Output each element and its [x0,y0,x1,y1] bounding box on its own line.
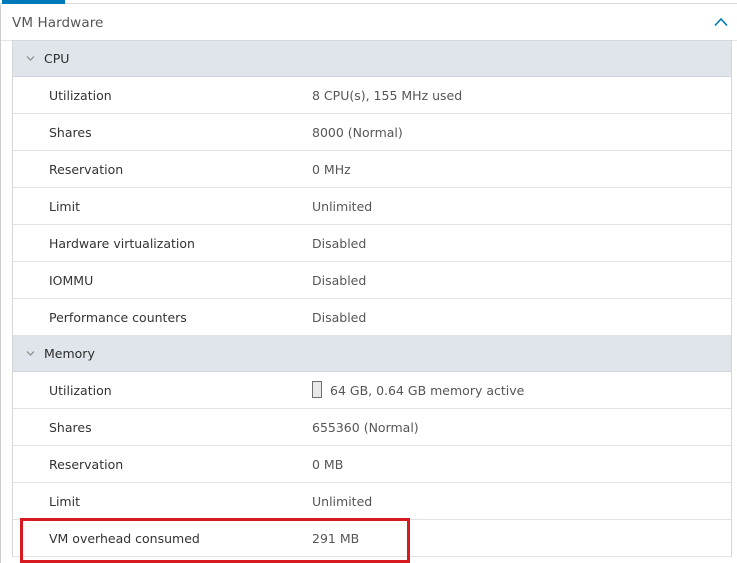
memory-shares-row: Shares 655360 (Normal) [13,409,731,446]
row-value: Unlimited [312,494,373,509]
row-label: Utilization [49,88,112,103]
cpu-shares-row: Shares 8000 (Normal) [13,114,731,151]
chevron-up-icon[interactable] [714,17,728,27]
memory-utilization-value: 64 GB, 0.64 GB memory active [312,380,525,398]
memory-group-header[interactable]: Memory [13,336,731,372]
card-title: VM Hardware [12,15,104,31]
memory-limit-row: Limit Unlimited [13,483,731,520]
active-tab-indicator[interactable] [2,0,65,4]
chevron-down-icon[interactable] [26,55,35,62]
row-label: Hardware virtualization [49,236,195,251]
card-header[interactable]: VM Hardware [1,5,737,41]
row-label: Limit [49,494,80,509]
row-label: Reservation [49,162,124,177]
row-label: VM overhead consumed [49,531,200,546]
cpu-performance-counters-row: Performance counters Disabled [13,299,731,336]
row-value: 655360 (Normal) [312,420,419,435]
row-value: Unlimited [312,199,373,214]
row-value: 8000 (Normal) [312,125,403,140]
row-value: 0 MHz [312,162,351,177]
page: VM Hardware CPU Utilization 8 CPU(s), 15… [0,0,737,563]
row-value: 0 MB [312,457,344,472]
row-value: 8 CPU(s), 155 MHz used [312,88,463,103]
memory-vm-overhead-row: VM overhead consumed 291 MB [13,520,731,557]
memory-reservation-row: Reservation 0 MB [13,446,731,483]
cpu-reservation-row: Reservation 0 MHz [13,151,731,188]
top-tab-strip [0,0,737,4]
memory-utilization-row: Utilization 64 GB, 0.64 GB memory active [13,372,731,409]
row-label: Limit [49,199,80,214]
cpu-iommu-row: IOMMU Disabled [13,262,731,299]
row-label: IOMMU [49,273,94,288]
cpu-limit-row: Limit Unlimited [13,188,731,225]
row-value: Disabled [312,310,367,325]
row-label: Shares [49,420,92,435]
cpu-group-header[interactable]: CPU [13,41,731,77]
row-label: Performance counters [49,310,187,325]
row-value: 64 GB, 0.64 GB memory active [330,383,525,398]
memory-usage-bar [312,380,322,398]
row-value: Disabled [312,236,367,251]
row-value: Disabled [312,273,367,288]
chevron-down-icon[interactable] [26,350,35,357]
cpu-hardware-virtualization-row: Hardware virtualization Disabled [13,225,731,262]
row-label: Utilization [49,383,112,398]
hardware-table: CPU Utilization 8 CPU(s), 155 MHz used S… [12,40,732,557]
row-value: 291 MB [312,531,360,546]
row-label: Shares [49,125,92,140]
row-label: Reservation [49,457,124,472]
cpu-utilization-row: Utilization 8 CPU(s), 155 MHz used [13,77,731,114]
cpu-group-label: CPU [44,51,70,66]
memory-group-label: Memory [44,346,95,361]
